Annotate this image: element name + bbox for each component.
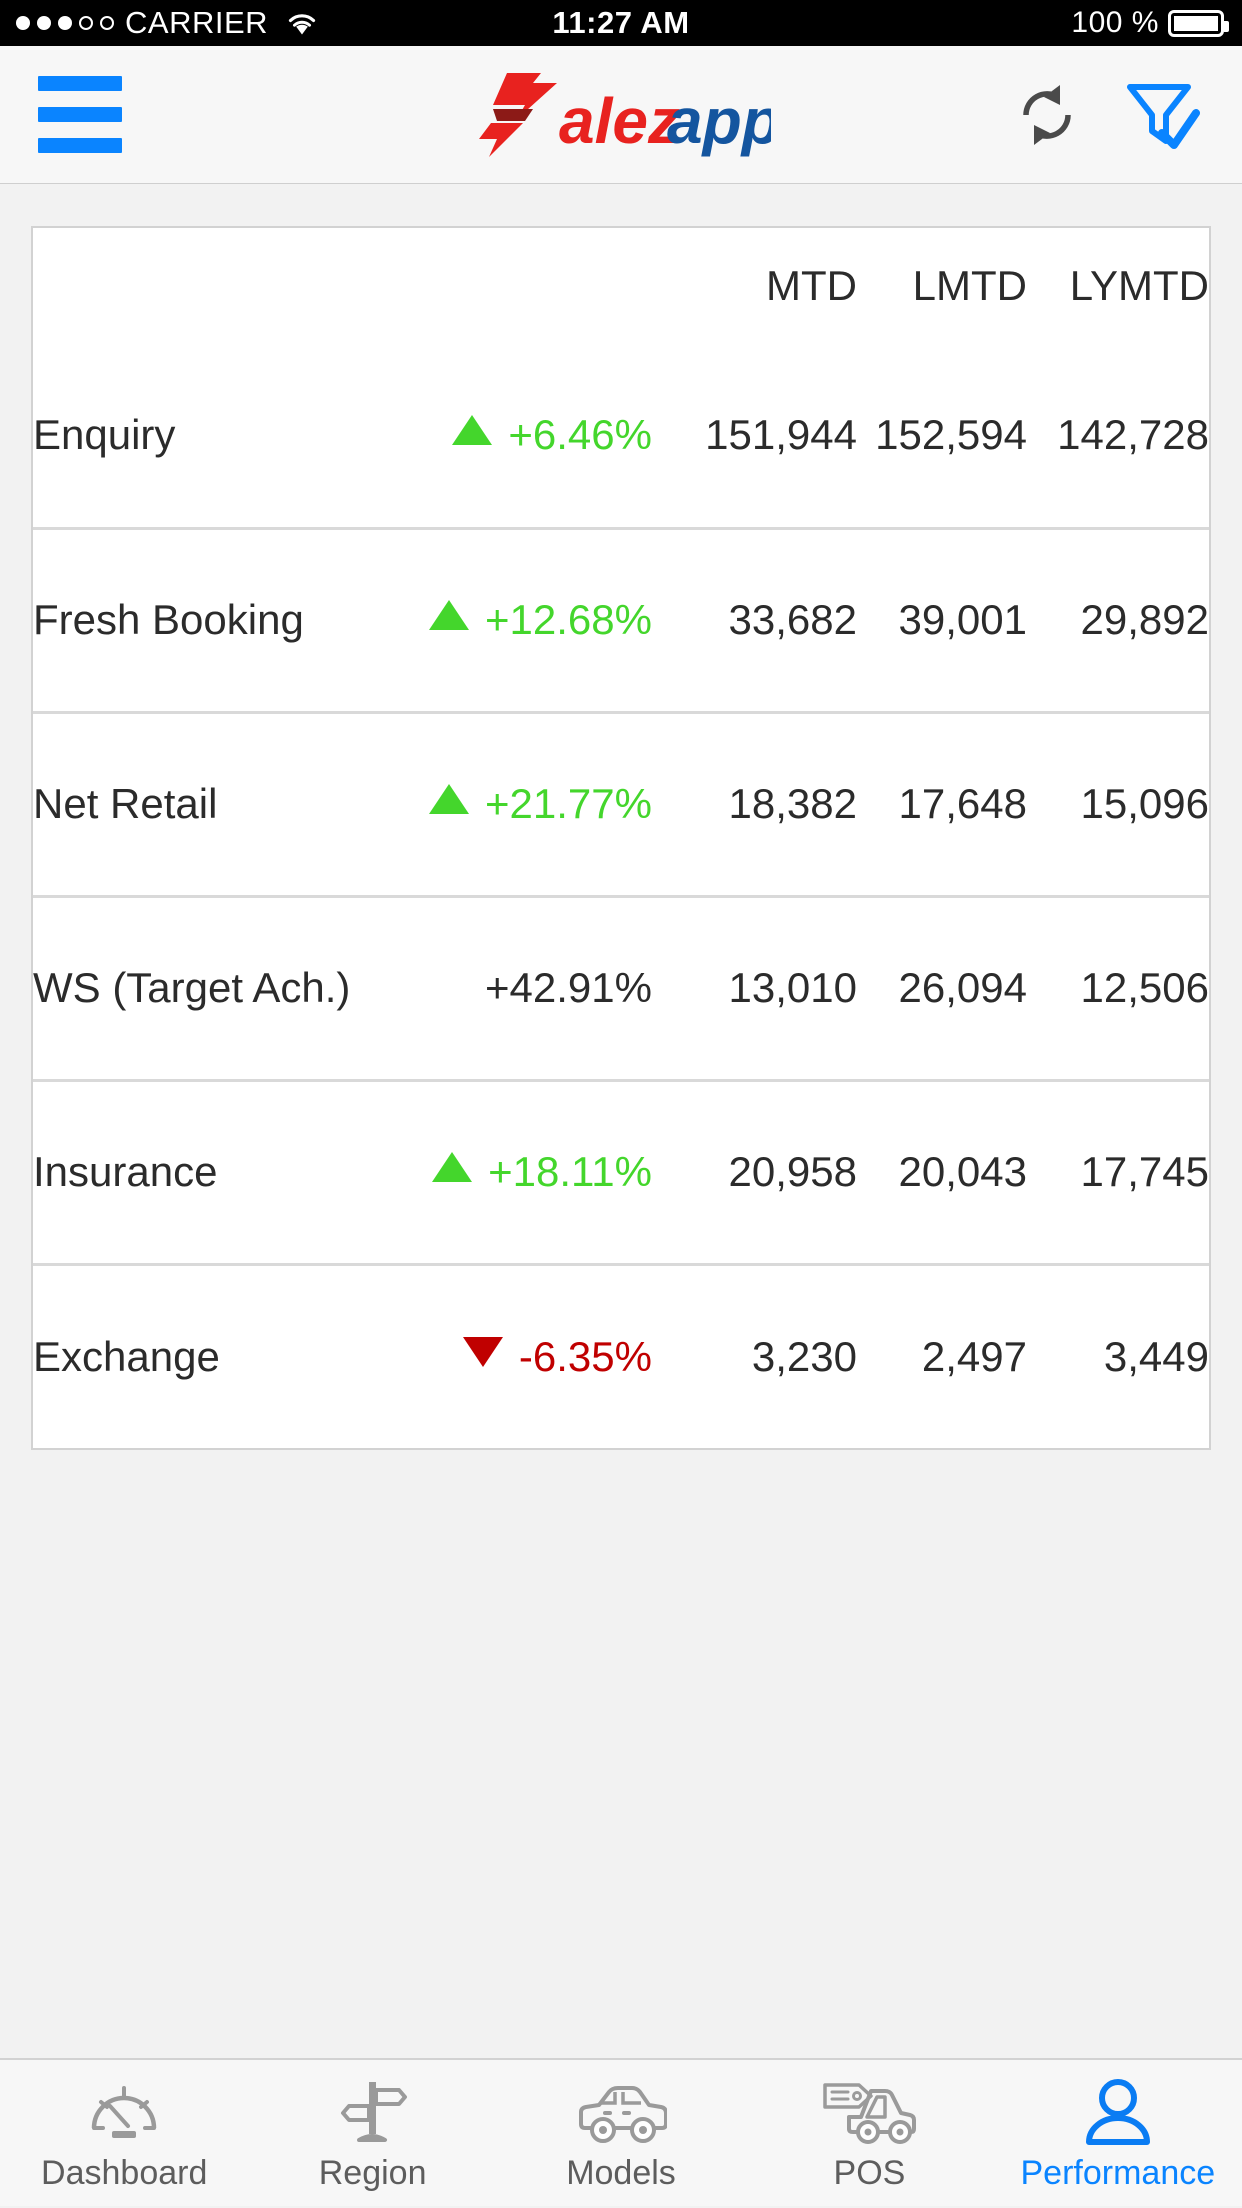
column-header-lmtd: LMTD xyxy=(912,262,1027,309)
table-row[interactable]: WS (Target Ach.) +42.91% 13,010 26,094 12,50… xyxy=(33,894,1209,1080)
tab-label-performance: Performance xyxy=(1020,2154,1216,2192)
table-header-row: MTD LMTD LYMTD xyxy=(33,228,1209,344)
row-value-mtd: 13,010 xyxy=(652,894,857,1080)
status-bar-clock: 11:27 AM xyxy=(552,5,690,40)
person-icon xyxy=(1081,2076,1155,2150)
row-value-mtd: 151,944 xyxy=(705,411,857,459)
column-header-lymtd: LYMTD xyxy=(1069,262,1209,309)
table-row[interactable]: Exchange -6.35% 3,230 2,497 3,449 xyxy=(33,1262,1209,1448)
row-delta-value: +6.46% xyxy=(508,411,652,459)
row-delta-value: +18.11% xyxy=(488,1148,652,1195)
trend-up-icon xyxy=(429,784,470,814)
salezapp-logo-icon: alez app xyxy=(479,72,771,157)
row-value-lymtd: 3,449 xyxy=(1027,1262,1209,1448)
status-bar: CARRIER 11:27 AM 100 % xyxy=(0,0,1242,46)
row-value-mtd: 33,682 xyxy=(652,526,857,712)
row-value-lmtd: 26,094 xyxy=(857,894,1027,1080)
row-value-mtd: 3,230 xyxy=(652,1262,857,1448)
trend-up-icon xyxy=(429,600,470,630)
table-row[interactable]: Insurance +18.11% 20,958 20,043 17,745 xyxy=(33,1078,1209,1264)
row-delta-cell: +12.68% xyxy=(396,526,652,712)
table-row[interactable]: Net Retail +21.77% 18,382 17,648 15,096 xyxy=(33,710,1209,896)
row-value-lmtd: 20,043 xyxy=(857,1078,1027,1264)
tab-dashboard[interactable]: Dashboard xyxy=(0,2060,248,2206)
bottom-tab-bar: Dashboard Region Models POS Performance xyxy=(0,2058,1242,2206)
row-delta-cell: +21.77% xyxy=(396,710,652,896)
header-actions xyxy=(1014,79,1242,151)
trend-up-icon xyxy=(452,415,493,446)
table-header: MTD LMTD LYMTD xyxy=(33,228,1209,344)
trend-down-icon xyxy=(462,1336,503,1367)
logo-text-primary: alez xyxy=(559,85,680,157)
row-label: Fresh Booking xyxy=(33,526,397,712)
column-header-mtd: MTD xyxy=(766,262,857,309)
performance-table: MTD LMTD LYMTD Enquiry +6.46% 151,944 152,5… xyxy=(33,228,1209,1448)
page-content: MTD LMTD LYMTD Enquiry +6.46% 151,944 152,5… xyxy=(0,184,1242,2206)
row-delta-value: -6.35% xyxy=(518,1332,652,1380)
column-header-metric xyxy=(33,228,397,344)
row-delta-cell: -6.35% xyxy=(396,1262,652,1448)
tab-models[interactable]: Models xyxy=(497,2060,745,2206)
tab-label-region: Region xyxy=(318,2154,427,2192)
row-value-lmtd: 152,594 xyxy=(875,411,1027,459)
filter-check-icon[interactable] xyxy=(1124,79,1200,151)
row-label: Exchange xyxy=(33,1262,397,1448)
table-body: Enquiry +6.46% 151,944 152,594 142,728 Fresh … xyxy=(33,344,1209,1448)
tag-truck-icon xyxy=(821,2076,917,2150)
tab-label-models: Models xyxy=(566,2154,676,2192)
row-label: Net Retail xyxy=(33,710,397,896)
car-icon xyxy=(575,2076,668,2150)
row-value-lymtd: 17,745 xyxy=(1027,1078,1209,1264)
row-label: Insurance xyxy=(33,1078,397,1264)
battery-full-icon xyxy=(1168,9,1229,37)
tab-label-dashboard: Dashboard xyxy=(41,2154,208,2192)
refresh-sync-icon[interactable] xyxy=(1014,82,1080,148)
hamburger-menu-icon[interactable] xyxy=(38,76,122,153)
row-delta-cell: +18.11% xyxy=(396,1078,652,1264)
row-value-lymtd: 142,728 xyxy=(1057,411,1209,459)
row-value-mtd: 20,958 xyxy=(652,1078,857,1264)
row-delta-cell: +42.91% xyxy=(396,894,652,1080)
table-row[interactable]: Fresh Booking +12.68% 33,682 39,001 29,892 xyxy=(33,526,1209,712)
tab-pos[interactable]: POS xyxy=(745,2060,993,2206)
row-value-mtd: 18,382 xyxy=(652,710,857,896)
table-row[interactable]: Enquiry +6.46% 151,944 152,594 142,728 xyxy=(33,344,1209,528)
app-logo: alez app xyxy=(461,65,781,165)
logo-text-secondary: app xyxy=(667,85,771,157)
row-label: WS (Target Ach.) xyxy=(33,894,397,1080)
row-value-lmtd: 2,497 xyxy=(857,1262,1027,1448)
row-value-lmtd: 17,648 xyxy=(857,710,1027,896)
tab-label-pos: POS xyxy=(833,2154,906,2192)
signpost-icon xyxy=(335,2076,411,2150)
row-delta-cell: +6.46% xyxy=(397,344,652,528)
row-value-lmtd: 39,001 xyxy=(857,526,1027,712)
row-value-lymtd: 29,892 xyxy=(1027,526,1209,712)
performance-card: MTD LMTD LYMTD Enquiry +6.46% 151,944 152,5… xyxy=(31,226,1211,1450)
tab-performance[interactable]: Performance xyxy=(994,2060,1242,2206)
tab-region[interactable]: Region xyxy=(248,2060,496,2206)
trend-up-icon xyxy=(432,1152,473,1182)
row-value-lymtd: 15,096 xyxy=(1027,710,1209,896)
row-delta-value: +42.91% xyxy=(485,964,652,1011)
row-delta-value: +21.77% xyxy=(485,780,652,827)
app-header: alez app xyxy=(0,46,1242,184)
speedometer-icon xyxy=(86,2076,162,2150)
row-value-lymtd: 12,506 xyxy=(1027,894,1209,1080)
row-delta-value: +12.68% xyxy=(485,596,652,643)
row-label: Enquiry xyxy=(33,411,176,459)
column-header-delta xyxy=(397,228,652,344)
